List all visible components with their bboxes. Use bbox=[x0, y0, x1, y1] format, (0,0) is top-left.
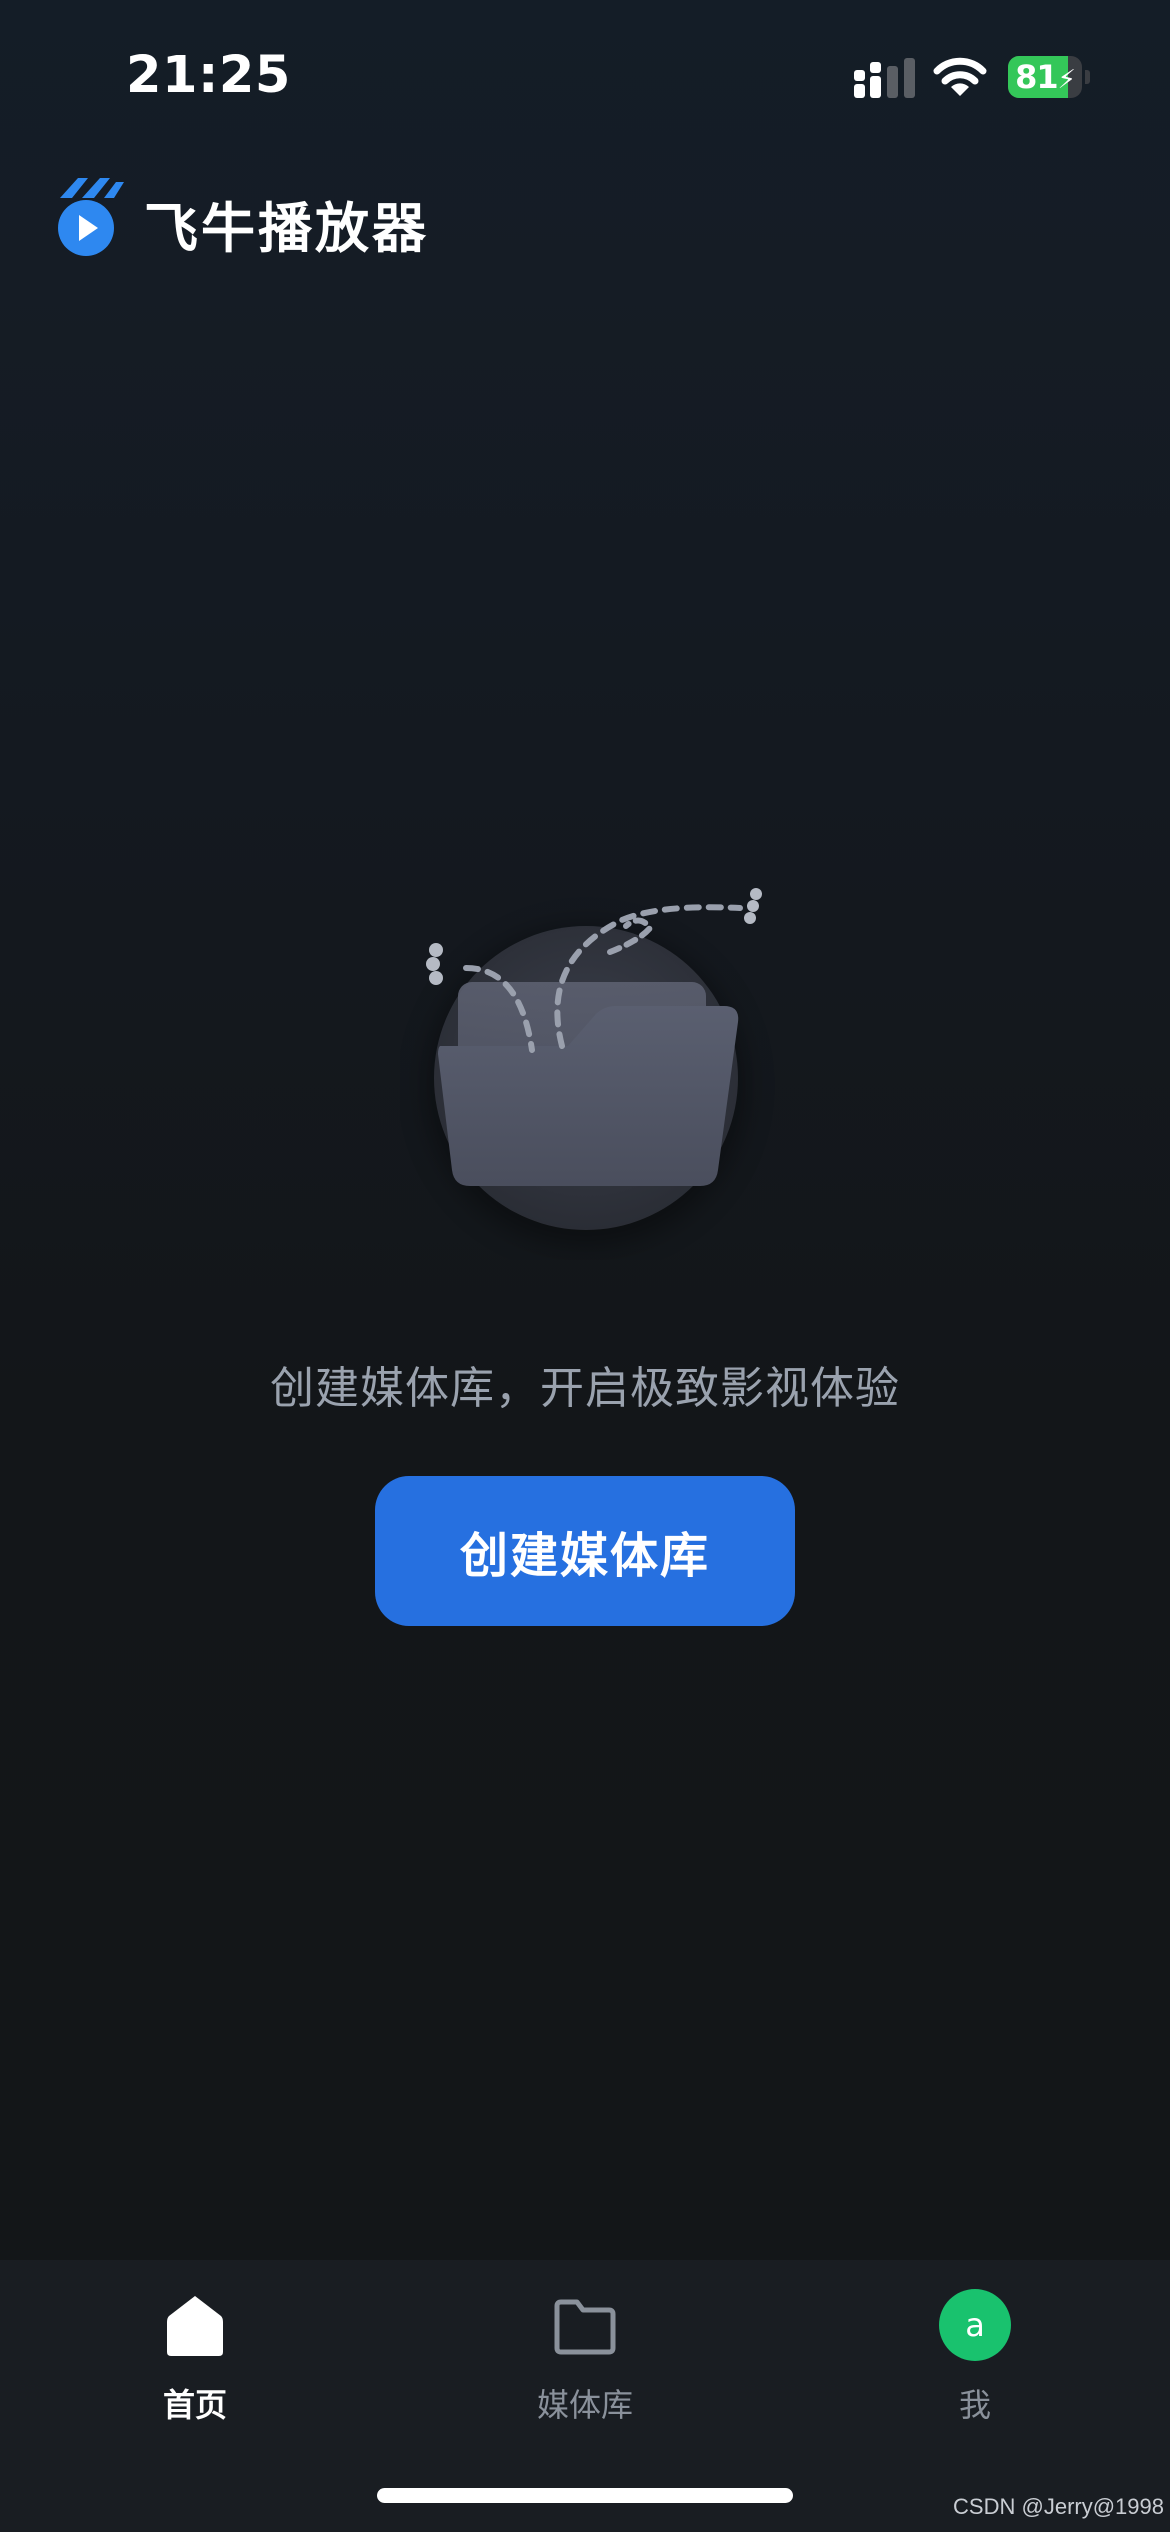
empty-folder-icon bbox=[426, 888, 762, 1246]
status-time: 21:25 bbox=[126, 46, 291, 105]
tab-home-label: 首页 bbox=[162, 2386, 227, 2424]
battery-body: 81⚡ bbox=[1008, 56, 1082, 98]
home-indicator[interactable] bbox=[377, 2488, 793, 2503]
fn-player-logo-icon bbox=[58, 178, 124, 256]
empty-state-message: 创建媒体库，开启极致影视体验 bbox=[270, 1363, 900, 1414]
watermark: CSDN @Jerry@1998 bbox=[953, 2494, 1164, 2519]
battery-percent-value: 81 bbox=[1015, 58, 1059, 96]
tab-media-library[interactable]: 媒体库 bbox=[390, 2260, 780, 2460]
tab-me-label: 我 bbox=[958, 2386, 991, 2424]
folder-icon bbox=[554, 2299, 616, 2355]
charging-bolt-icon: ⚡ bbox=[1057, 65, 1076, 95]
battery-cap bbox=[1085, 70, 1090, 84]
create-library-button[interactable]: 创建媒体库 bbox=[375, 1476, 795, 1626]
avatar: a bbox=[939, 2289, 1011, 2361]
battery-indicator: 81⚡ bbox=[1008, 56, 1090, 98]
cellular-signal-icon bbox=[854, 58, 915, 98]
tab-me[interactable]: a 我 bbox=[780, 2260, 1170, 2460]
tab-media-library-label: 媒体库 bbox=[536, 2386, 633, 2424]
home-icon bbox=[167, 2296, 223, 2356]
battery-percent: 81⚡ bbox=[1008, 56, 1082, 98]
wifi-icon bbox=[933, 57, 987, 96]
app-title: 飞牛播放器 bbox=[144, 197, 429, 260]
tab-home[interactable]: 首页 bbox=[0, 2260, 390, 2460]
